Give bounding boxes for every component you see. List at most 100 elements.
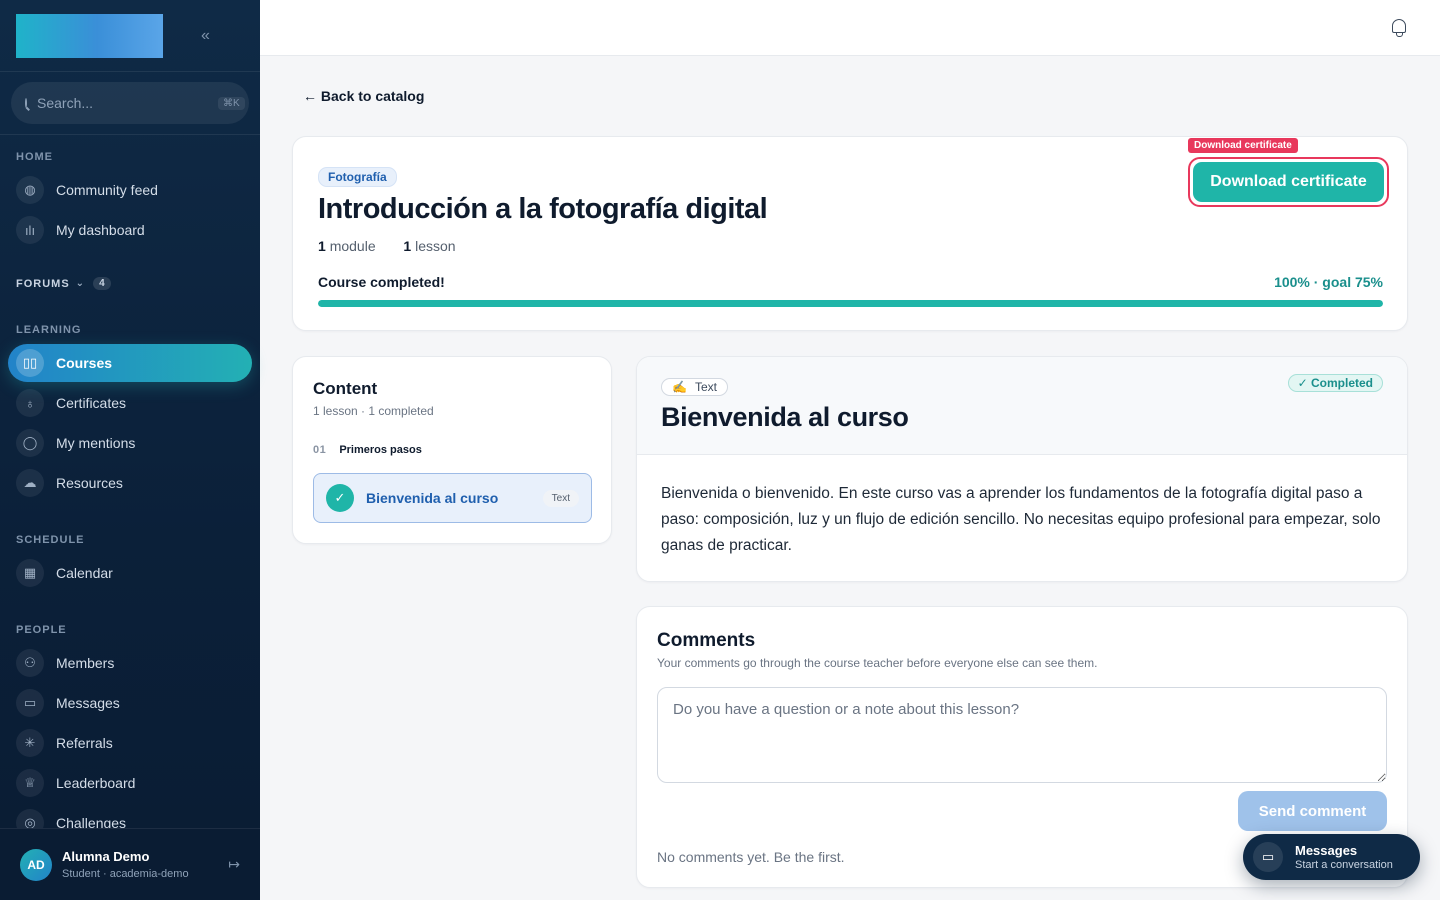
lesson-type-pill: ✍️ Text [661, 378, 728, 396]
sidebar-item-label: Community feed [56, 182, 158, 198]
lesson-type-label: Text [694, 380, 717, 394]
user-profile[interactable]: AD Alumna Demo Student · academia-demo ↦ [0, 828, 260, 900]
top-bar [260, 0, 1440, 56]
award-icon: ♁ [16, 389, 44, 417]
user-info: Alumna Demo Student · academia-demo [62, 849, 189, 880]
sidebar-item-label: Messages [56, 695, 120, 711]
messages-icon: ▭ [16, 689, 44, 717]
comments-title: Comments [657, 630, 756, 651]
bar-chart-icon: ılı [16, 216, 44, 244]
sidebar-item-label: Resources [56, 475, 123, 491]
globe-icon: ◍ [16, 176, 44, 204]
section-label-learning: LEARNING [16, 324, 82, 336]
lesson-body: Bienvenida o bienvenido. En este curso v… [661, 485, 1381, 554]
content-title: Content [313, 379, 378, 398]
forums-count-badge: 4 [93, 277, 111, 290]
speech-bubble-icon: ◯ [16, 429, 44, 457]
sidebar-item-label: Referrals [56, 735, 113, 751]
lesson-list-item[interactable]: ✓ Bienvenida al curso Text [313, 473, 592, 523]
sidebar-item-community-feed[interactable]: ◍ Community feed [8, 171, 252, 209]
lessons-label: lesson [415, 238, 456, 254]
search-icon [25, 98, 27, 108]
lesson-header: ✍️ Text ✓ Completed Bienvenida al curso [637, 357, 1407, 455]
sidebar-item-label: Calendar [56, 565, 113, 581]
sidebar-item-calendar[interactable]: ▦ Calendar [8, 554, 252, 592]
sidebar-item-label: Certificates [56, 395, 127, 411]
lesson-item-name: Bienvenida al curso [366, 490, 499, 506]
comment-input[interactable] [657, 687, 1387, 783]
lesson-title: Bienvenida al curso [661, 402, 909, 432]
search-wrap: ⌘K [0, 72, 260, 135]
section-label-schedule: SCHEDULE [16, 534, 85, 546]
section-label-people: PEOPLE [16, 624, 67, 636]
bell-icon[interactable] [1392, 19, 1406, 37]
messages-launcher-subtitle: Start a conversation [1295, 859, 1393, 871]
book-icon: ▯▯ [16, 349, 44, 377]
category-tag: Fotografía [318, 167, 397, 187]
search-input[interactable] [37, 95, 218, 111]
sidebar-item-label: My mentions [56, 435, 136, 451]
completed-badge: ✓ Completed [1287, 374, 1383, 392]
download-certificate-button[interactable]: Download certificate [1193, 162, 1384, 202]
section-label-forums: FORUMS [16, 277, 70, 290]
cloud-download-icon: ☁ [16, 469, 44, 497]
trophy-icon: ♕ [16, 769, 44, 797]
logo-row: « [0, 0, 260, 72]
sidebar-item-label: My dashboard [56, 222, 145, 238]
user-name: Alumna Demo [62, 849, 150, 864]
search-bar[interactable]: ⌘K [11, 82, 249, 124]
sidebar-item-label: Leaderboard [56, 775, 136, 791]
sidebar-item-referrals[interactable]: ✳ Referrals [8, 724, 252, 762]
writing-hand-icon: ✍️ [672, 380, 687, 394]
check-icon: ✓ [326, 484, 354, 512]
progress-bar [318, 300, 1383, 307]
back-to-catalog-link[interactable]: ← Back to catalog [303, 88, 424, 104]
modules-label: module [329, 238, 376, 254]
sidebar-item-my-mentions[interactable]: ◯ My mentions [8, 424, 252, 462]
sidebar-item-resources[interactable]: ☁ Resources [8, 464, 252, 502]
forums-toggle[interactable]: FORUMS ⌄ 4 [0, 277, 260, 290]
sidebar-item-certificates[interactable]: ♁ Certificates [8, 384, 252, 422]
sidebar-item-courses[interactable]: ▯▯ Courses [8, 344, 252, 382]
course-status: Course completed! [318, 274, 445, 290]
sidebar-item-messages[interactable]: ▭ Messages [8, 684, 252, 722]
module-name: Primeros pasos [339, 444, 422, 456]
course-title: Introducción a la fotografía digital [318, 193, 768, 225]
sidebar-item-my-dashboard[interactable]: ılı My dashboard [8, 211, 252, 249]
course-header-card: Fotografía Introducción a la fotografía … [292, 136, 1408, 331]
certificate-button-outline: Download certificate [1188, 157, 1389, 207]
sidebar-item-leaderboard[interactable]: ♕ Leaderboard [8, 764, 252, 802]
modules-count: 1 [318, 238, 326, 254]
progress-bar-fill [318, 300, 1383, 307]
messages-launcher-text: Messages Start a conversation [1295, 843, 1393, 871]
chevron-down-icon: ⌄ [75, 278, 86, 289]
collapse-sidebar-icon[interactable]: « [201, 27, 210, 45]
content-summary: 1 lesson · 1 completed [313, 404, 434, 418]
chat-icon: ▭ [1253, 842, 1283, 872]
lesson-item-type: Text [542, 489, 579, 507]
section-label-home: HOME [16, 151, 53, 163]
module-heading: 01 Primeros pasos [313, 444, 422, 456]
messages-launcher-title: Messages [1295, 843, 1358, 858]
sparkle-icon: ✳ [16, 729, 44, 757]
logout-icon[interactable]: ↦ [228, 856, 240, 873]
sidebar-item-members[interactable]: ⚇ Members [8, 644, 252, 682]
comments-subtitle: Your comments go through the course teac… [657, 656, 1098, 670]
empty-comments-text: No comments yet. Be the first. [657, 849, 845, 865]
content-panel: Content 1 lesson · 1 completed 01 Primer… [292, 356, 612, 544]
sidebar: « ⌘K HOME ◍ Community feed ılı My dashbo… [0, 0, 260, 900]
certificate-tag: Download certificate [1188, 138, 1298, 153]
user-role: Student · academia-demo [62, 868, 189, 880]
lessons-count: 1 [403, 238, 412, 254]
messages-launcher[interactable]: ▭ Messages Start a conversation [1243, 834, 1420, 880]
course-meta: 1 module 1 lesson [318, 238, 456, 254]
lesson-card: ✍️ Text ✓ Completed Bienvenida al curso B… [636, 356, 1408, 582]
sidebar-item-label: Courses [56, 355, 113, 371]
sidebar-item-label: Members [56, 655, 115, 671]
search-shortcut: ⌘K [218, 96, 245, 110]
users-icon: ⚇ [16, 649, 44, 677]
logo[interactable] [16, 13, 163, 58]
send-comment-button[interactable]: Send comment [1238, 791, 1387, 831]
avatar: AD [20, 848, 52, 881]
progress-percent: 100% · goal 75% [1274, 274, 1383, 290]
